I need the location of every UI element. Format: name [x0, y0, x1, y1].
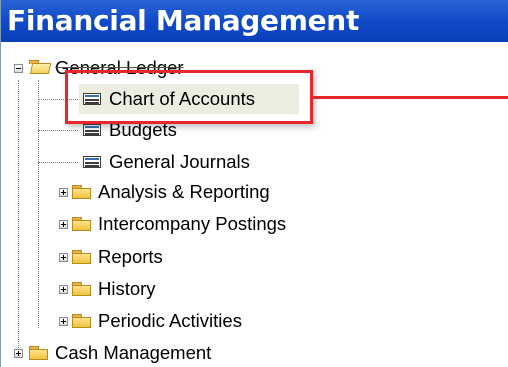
tree-item-general-journals[interactable]: General Journals: [1, 148, 508, 176]
tree-item-intercompany-postings[interactable]: Intercompany Postings: [1, 210, 508, 238]
expand-icon[interactable]: [59, 285, 68, 294]
tree-item-cash-management[interactable]: Cash Management: [1, 339, 508, 367]
list-icon: [83, 156, 101, 168]
expand-icon[interactable]: [59, 220, 68, 229]
tree-item-label: Intercompany Postings: [98, 213, 287, 234]
tree-item-reports[interactable]: Reports: [1, 243, 508, 271]
tree-item-periodic-activities[interactable]: Periodic Activities: [1, 307, 508, 335]
expand-icon[interactable]: [59, 317, 68, 326]
tree-item-label: Periodic Activities: [98, 310, 242, 331]
open-folder-icon: [29, 60, 52, 75]
folder-icon: [72, 314, 92, 329]
folder-icon: [72, 282, 92, 297]
expand-icon[interactable]: [59, 253, 68, 262]
expand-icon[interactable]: [59, 188, 68, 197]
page-title: Financial Management: [1, 0, 508, 42]
folder-icon: [72, 217, 92, 232]
expand-icon[interactable]: [14, 349, 23, 358]
folder-icon: [29, 346, 49, 361]
collapse-icon[interactable]: [14, 64, 23, 73]
folder-icon: [72, 250, 92, 265]
tree-item-history[interactable]: History: [1, 275, 508, 303]
tree-item-label: History: [98, 278, 156, 299]
tree-item-analysis-reporting[interactable]: Analysis & Reporting: [1, 178, 508, 206]
folder-icon: [72, 185, 92, 200]
navigation-pane: Financial Management General Ledger Char…: [0, 0, 508, 367]
tree-item-label: Analysis & Reporting: [98, 181, 270, 202]
callout-highlight-box: [65, 70, 313, 124]
tree-item-label: Reports: [98, 246, 163, 267]
list-icon: [83, 124, 101, 136]
tree-item-label: Cash Management: [55, 342, 212, 363]
tree-item-label: General Journals: [109, 151, 250, 172]
callout-arrow-line: [313, 96, 508, 99]
